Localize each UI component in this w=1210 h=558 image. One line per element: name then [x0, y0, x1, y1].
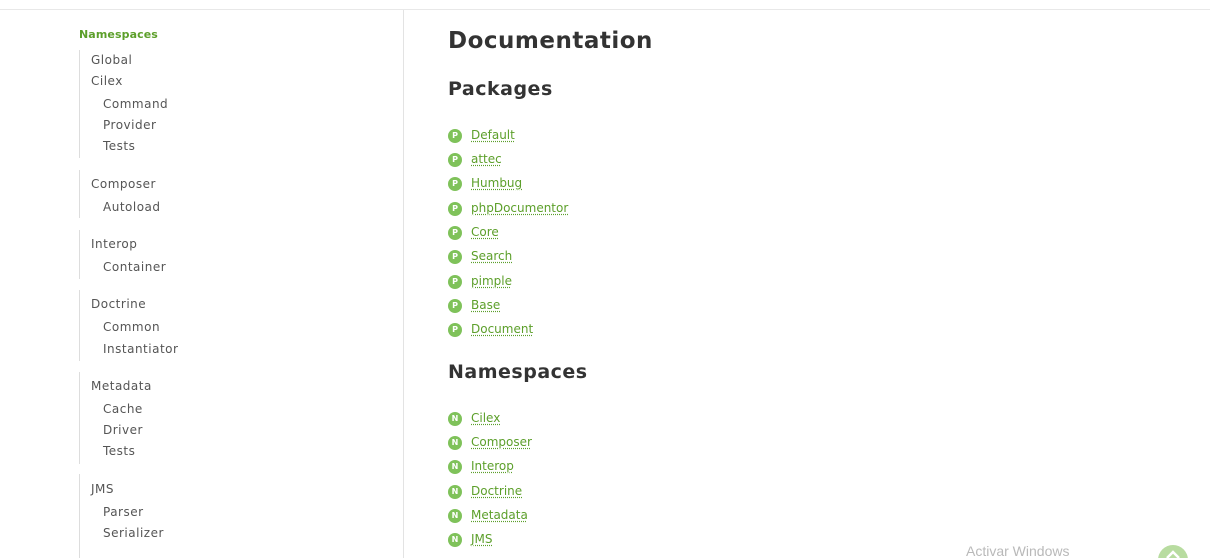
nav-group-jms: JMS Parser Serializer	[79, 474, 163, 558]
nav-group-metadata: Metadata Cache Driver Tests	[79, 372, 151, 464]
package-link-attec[interactable]: attec	[471, 152, 502, 166]
nav-group-interop: Interop Container	[79, 230, 166, 279]
sidebar-item-global[interactable]: Global	[91, 53, 132, 67]
packages-heading: Packages	[448, 78, 553, 100]
package-badge-icon: P	[448, 177, 462, 191]
namespace-link-metadata[interactable]: Metadata	[471, 508, 528, 522]
namespace-badge-icon: N	[448, 436, 462, 450]
sidebar-item-cache[interactable]: Cache	[103, 402, 143, 416]
package-link-base[interactable]: Base	[471, 298, 500, 312]
sidebar-item-common[interactable]: Common	[103, 320, 160, 334]
sidebar: Namespaces Global Cilex Command Provider…	[0, 10, 404, 558]
sidebar-item-cilex[interactable]: Cilex	[91, 74, 123, 88]
sidebar-item-jms[interactable]: JMS	[91, 482, 114, 496]
package-badge-icon: P	[448, 275, 462, 289]
sidebar-item-provider[interactable]: Provider	[103, 118, 156, 132]
namespace-badge-icon: N	[448, 412, 462, 426]
namespace-badge-icon: N	[448, 509, 462, 523]
package-badge-icon: P	[448, 226, 462, 240]
package-link-search[interactable]: Search	[471, 249, 512, 263]
sidebar-item-command[interactable]: Command	[103, 97, 168, 111]
nav-group-composer: Composer Autoload	[79, 170, 160, 218]
sidebar-item-serializer[interactable]: Serializer	[103, 526, 164, 540]
namespace-badge-icon: N	[448, 485, 462, 499]
package-link-pimple[interactable]: pimple	[471, 274, 512, 288]
namespace-link-doctrine[interactable]: Doctrine	[471, 484, 522, 498]
namespace-link-jms[interactable]: JMS	[471, 532, 493, 546]
package-badge-icon: P	[448, 129, 462, 143]
nav-group-doctrine: Doctrine Common Instantiator	[79, 290, 178, 361]
windows-activation-watermark: Activar Windows	[966, 543, 1070, 558]
namespace-badge-icon: N	[448, 460, 462, 474]
sidebar-item-instantiator[interactable]: Instantiator	[103, 342, 178, 356]
package-link-document[interactable]: Document	[471, 322, 533, 336]
sidebar-item-doctrine[interactable]: Doctrine	[91, 297, 146, 311]
sidebar-item-tests[interactable]: Tests	[103, 139, 135, 153]
documentation-page: Namespaces Global Cilex Command Provider…	[0, 0, 1210, 558]
namespace-badge-icon: N	[448, 533, 462, 547]
package-badge-icon: P	[448, 323, 462, 337]
scroll-to-top-button[interactable]	[1158, 545, 1188, 558]
sidebar-item-metadata[interactable]: Metadata	[91, 379, 152, 393]
package-badge-icon: P	[448, 299, 462, 313]
sidebar-item-metadata-tests[interactable]: Tests	[103, 444, 135, 458]
sidebar-item-composer[interactable]: Composer	[91, 177, 156, 191]
package-badge-icon: P	[448, 250, 462, 264]
package-link-default[interactable]: Default	[471, 128, 515, 142]
sidebar-item-interop[interactable]: Interop	[91, 237, 137, 251]
package-link-core[interactable]: Core	[471, 225, 499, 239]
namespace-link-composer[interactable]: Composer	[471, 435, 532, 449]
namespace-link-interop[interactable]: Interop	[471, 459, 514, 473]
sidebar-item-parser[interactable]: Parser	[103, 505, 144, 519]
sidebar-item-autoload[interactable]: Autoload	[103, 200, 161, 214]
nav-group-cilex: Global Cilex Command Provider Tests	[79, 50, 168, 158]
package-link-humbug[interactable]: Humbug	[471, 176, 522, 190]
arrow-up-icon	[1166, 550, 1180, 558]
sidebar-item-container[interactable]: Container	[103, 260, 166, 274]
package-badge-icon: P	[448, 153, 462, 167]
package-link-phpdocumentor[interactable]: phpDocumentor	[471, 201, 568, 215]
page-title: Documentation	[448, 28, 653, 54]
sidebar-heading: Namespaces	[79, 28, 158, 41]
sidebar-item-driver[interactable]: Driver	[103, 423, 143, 437]
package-badge-icon: P	[448, 202, 462, 216]
namespace-link-cilex[interactable]: Cilex	[471, 411, 500, 425]
namespaces-heading: Namespaces	[448, 361, 588, 383]
